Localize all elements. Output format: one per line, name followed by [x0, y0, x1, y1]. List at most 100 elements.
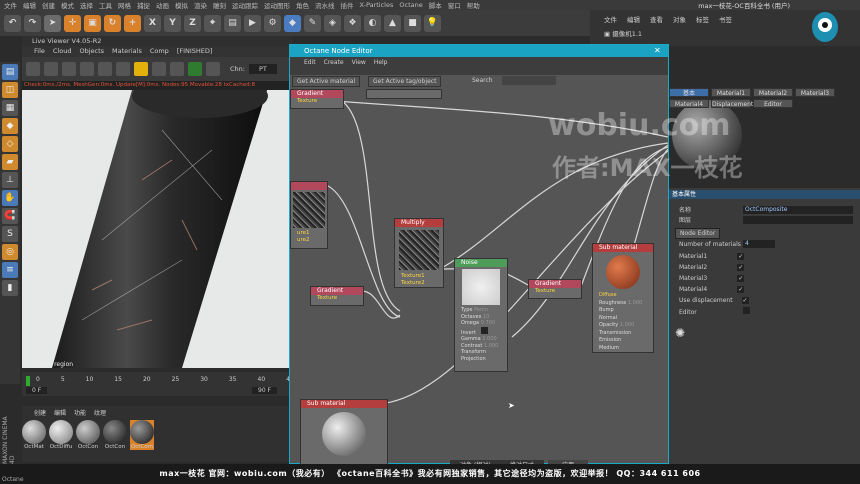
tweak-mode-icon[interactable]: ✋ [2, 190, 18, 206]
om-menu-tag[interactable]: 标签 [696, 14, 709, 24]
get-active-material-button[interactable]: Get Active material [292, 76, 361, 87]
node-editor-button[interactable]: Node Editor [675, 228, 721, 239]
lv-clay-icon[interactable] [116, 62, 130, 76]
menu-item-select[interactable]: 选择 [80, 0, 93, 10]
checkerboard-icon[interactable]: ▦ [2, 100, 18, 116]
polygons-mode-icon[interactable]: ▰ [2, 154, 18, 170]
mm-menu-function[interactable]: 功能 [74, 408, 86, 417]
material-slot[interactable]: OctDiffu [49, 420, 73, 450]
num-materials-field[interactable]: 4 [743, 240, 775, 248]
menu-item-create[interactable]: 创建 [42, 0, 55, 10]
mm-menu-texture[interactable]: 纹理 [94, 408, 106, 417]
menu-item-plugins[interactable]: 插件 [341, 0, 354, 10]
render-view-icon[interactable]: ▶ [244, 14, 261, 32]
frame-end-field[interactable]: 90 F [252, 387, 277, 394]
name-field[interactable]: OctComposite [743, 206, 853, 214]
material-slot[interactable]: OctMat [22, 420, 46, 450]
lock-icon[interactable]: ▮ [2, 280, 18, 296]
menu-item-render[interactable]: 渲染 [194, 0, 207, 10]
snap-icon[interactable]: 🧲 [2, 208, 18, 224]
check-editor[interactable]: Editor [679, 307, 750, 316]
scale-icon[interactable]: ▣ [84, 14, 101, 32]
menu-item-snap[interactable]: 捕捉 [137, 0, 150, 10]
undo-icon[interactable]: ↶ [4, 14, 21, 32]
layer-field[interactable] [743, 216, 853, 224]
lv-menu-cloud[interactable]: Cloud [53, 46, 72, 57]
menu-item-tools[interactable]: 工具 [99, 0, 112, 10]
menu-item-sculpt[interactable]: 雕刻 [213, 0, 226, 10]
lv-region-icon[interactable] [98, 62, 112, 76]
camera-icon[interactable]: ■ [404, 14, 421, 32]
partial-node-top[interactable] [366, 89, 442, 99]
lv-restart-icon[interactable] [44, 62, 58, 76]
deformer-icon[interactable]: ◐ [364, 14, 381, 32]
gradient-node-mid[interactable]: Gradient Texture [310, 286, 364, 306]
gradient-node-right[interactable]: Gradient Texture [528, 279, 582, 299]
material-slot[interactable]: OctCon [103, 420, 127, 450]
check-material4[interactable]: Material4 ✓ [679, 285, 745, 294]
lv-sphere-icon[interactable] [152, 62, 166, 76]
mm-menu-edit[interactable]: 编辑 [54, 408, 66, 417]
points-mode-icon[interactable]: ◆ [2, 118, 18, 134]
lv-stop-icon[interactable] [80, 62, 94, 76]
move-icon[interactable]: ✛ [64, 14, 81, 32]
axis-x-button[interactable]: X [144, 14, 161, 32]
mm-menu-create[interactable]: 创建 [34, 408, 46, 417]
tab-material3[interactable]: Material3 [795, 88, 835, 97]
menu-item-animate[interactable]: 动画 [156, 0, 169, 10]
environment-icon[interactable]: ▲ [384, 14, 401, 32]
om-menu-edit[interactable]: 编辑 [627, 14, 640, 24]
menu-item-motion-tracking[interactable]: 运动跟踪 [232, 0, 258, 10]
material-slot-selected[interactable]: OctCom [130, 420, 154, 450]
ne-menu-edit[interactable]: Edit [304, 59, 316, 66]
lv-settings-icon[interactable] [26, 62, 40, 76]
menu-item-pipeline[interactable]: 流水线 [315, 0, 335, 10]
light-icon[interactable]: 💡 [424, 14, 441, 32]
ne-menu-help[interactable]: Help [374, 59, 388, 66]
menu-item-simulate[interactable]: 模拟 [175, 0, 188, 10]
menu-item-edit[interactable]: 编辑 [23, 0, 36, 10]
s-script-icon[interactable]: S [2, 226, 18, 242]
lv-menu-objects[interactable]: Objects [79, 46, 104, 57]
om-object-row[interactable]: ▣ 摄像机1.1 [604, 28, 642, 38]
tab-material1[interactable]: Material1 [711, 88, 751, 97]
frame-start-field[interactable]: 0 F [26, 387, 48, 394]
close-icon[interactable]: ✕ [654, 46, 661, 55]
check-material2[interactable]: Material2 ✓ [679, 263, 745, 272]
menu-item-window[interactable]: 窗口 [448, 0, 461, 10]
get-active-tag-button[interactable]: Get Active tag/object [368, 76, 442, 87]
coordinate-system-icon[interactable]: ⌖ [204, 14, 221, 32]
tab-material2[interactable]: Material2 [753, 88, 793, 97]
menu-item-character[interactable]: 角色 [296, 0, 309, 10]
edges-mode-icon[interactable]: ◇ [2, 136, 18, 152]
menu-item-mode[interactable]: 模式 [61, 0, 74, 10]
render-settings-icon[interactable]: ⚙ [264, 14, 281, 32]
menu-item-octane[interactable]: Octane [399, 1, 422, 9]
menu-item-script[interactable]: 脚本 [429, 0, 442, 10]
menu-item-xparticles[interactable]: X-Particles [360, 1, 394, 9]
tab-editor[interactable]: Editor [753, 99, 793, 108]
render-region-icon[interactable]: ▤ [224, 14, 241, 32]
axis-z-button[interactable]: Z [184, 14, 201, 32]
ne-menu-create[interactable]: Create [324, 59, 344, 66]
tab-material4[interactable]: Material4 [669, 99, 709, 108]
lv-pause-icon[interactable] [62, 62, 76, 76]
lv-lock-icon[interactable] [134, 62, 148, 76]
subdivision-icon[interactable]: ◈ [324, 14, 341, 32]
sub-material-node-top[interactable]: Sub material Diffuse Roughness 1.000 Bum… [592, 243, 654, 353]
rotate-icon[interactable]: ↻ [104, 14, 121, 32]
lv-channel-select[interactable]: PT [248, 64, 277, 74]
sub-material-node-bottom[interactable]: Sub material [300, 399, 388, 465]
tab-basic[interactable]: 基本 [669, 88, 709, 97]
menu-item-file[interactable]: 文件 [4, 0, 17, 10]
check-material1[interactable]: Material1 ✓ [679, 252, 745, 261]
layer-icon[interactable]: ≡ [2, 262, 18, 278]
gradient-node-top[interactable]: Gradient Texture [290, 89, 344, 109]
lv-focus-icon[interactable] [188, 62, 202, 76]
lv-menu-materials[interactable]: Materials [112, 46, 142, 57]
menu-item-mesh[interactable]: 网格 [118, 0, 131, 10]
check-use-displacement[interactable]: Use displacement ✓ [679, 296, 749, 305]
cloner-icon[interactable]: ❖ [344, 14, 361, 32]
model-mode-icon[interactable]: ▤ [2, 64, 18, 80]
image-texture-node-partial[interactable]: ure1 ure2 [290, 181, 328, 249]
